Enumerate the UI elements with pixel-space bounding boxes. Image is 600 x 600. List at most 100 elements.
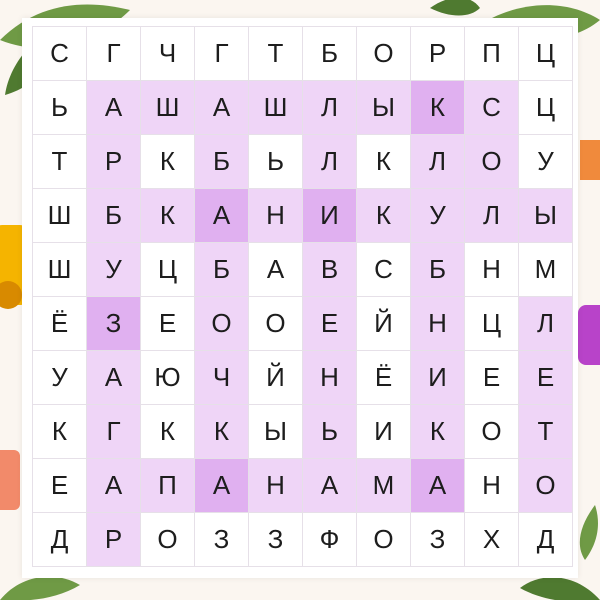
grid-cell[interactable]: Т <box>519 405 572 458</box>
grid-cell[interactable]: Ь <box>303 405 356 458</box>
grid-cell[interactable]: У <box>87 243 140 296</box>
grid-cell[interactable]: Ц <box>519 81 572 134</box>
grid-cell[interactable]: У <box>411 189 464 242</box>
grid-cell[interactable]: Ю <box>141 351 194 404</box>
grid-cell[interactable]: Д <box>33 513 86 566</box>
grid-cell[interactable]: Е <box>33 459 86 512</box>
grid-cell[interactable]: Л <box>519 297 572 350</box>
grid-cell[interactable]: Е <box>519 351 572 404</box>
grid-cell[interactable]: П <box>465 27 518 80</box>
grid-cell[interactable]: Ц <box>519 27 572 80</box>
grid-cell[interactable]: К <box>141 405 194 458</box>
grid-cell[interactable]: К <box>411 81 464 134</box>
grid-cell[interactable]: З <box>87 297 140 350</box>
grid-cell[interactable]: Р <box>87 135 140 188</box>
grid-cell[interactable]: И <box>303 189 356 242</box>
grid-cell[interactable]: Ц <box>465 297 518 350</box>
grid-cell[interactable]: Ф <box>303 513 356 566</box>
grid-cell[interactable]: Н <box>465 459 518 512</box>
grid-cell[interactable]: Б <box>195 135 248 188</box>
grid-cell[interactable]: Е <box>303 297 356 350</box>
grid-cell[interactable]: О <box>195 297 248 350</box>
grid-cell[interactable]: А <box>195 189 248 242</box>
grid-cell[interactable]: О <box>357 513 410 566</box>
grid-cell[interactable]: Б <box>411 243 464 296</box>
grid-cell[interactable]: Р <box>87 513 140 566</box>
grid-cell[interactable]: Т <box>33 135 86 188</box>
grid-cell[interactable]: Х <box>465 513 518 566</box>
grid-cell[interactable]: Ё <box>33 297 86 350</box>
grid-cell[interactable]: А <box>87 459 140 512</box>
grid-cell[interactable]: Ш <box>249 81 302 134</box>
grid-cell[interactable]: Н <box>411 297 464 350</box>
grid-cell[interactable]: В <box>303 243 356 296</box>
grid-cell[interactable]: З <box>195 513 248 566</box>
grid-cell[interactable]: Л <box>411 135 464 188</box>
grid-cell[interactable]: Л <box>465 189 518 242</box>
grid-cell[interactable]: Е <box>465 351 518 404</box>
grid-cell[interactable]: Л <box>303 135 356 188</box>
grid-cell[interactable]: С <box>33 27 86 80</box>
grid-cell[interactable]: К <box>141 135 194 188</box>
grid-cell[interactable]: К <box>357 135 410 188</box>
grid-cell[interactable]: О <box>357 27 410 80</box>
grid-cell[interactable]: С <box>465 81 518 134</box>
grid-cell[interactable]: С <box>357 243 410 296</box>
grid-cell[interactable]: О <box>249 297 302 350</box>
grid-cell[interactable]: О <box>141 513 194 566</box>
grid-cell[interactable]: У <box>33 351 86 404</box>
grid-cell[interactable]: Г <box>87 27 140 80</box>
grid-cell[interactable]: Е <box>141 297 194 350</box>
grid-cell[interactable]: Н <box>465 243 518 296</box>
grid-cell[interactable]: З <box>249 513 302 566</box>
grid-cell[interactable]: Й <box>357 297 410 350</box>
grid-cell[interactable]: Ш <box>33 243 86 296</box>
grid-cell[interactable]: Д <box>519 513 572 566</box>
grid-cell[interactable]: Ш <box>33 189 86 242</box>
grid-cell[interactable]: Ч <box>141 27 194 80</box>
grid-cell[interactable]: Ы <box>249 405 302 458</box>
grid-cell[interactable]: Ь <box>249 135 302 188</box>
grid-cell[interactable]: И <box>411 351 464 404</box>
grid-cell[interactable]: К <box>141 189 194 242</box>
grid-cell[interactable]: Ш <box>141 81 194 134</box>
grid-cell[interactable]: Ы <box>519 189 572 242</box>
grid-cell[interactable]: Г <box>87 405 140 458</box>
grid-cell[interactable]: К <box>357 189 410 242</box>
grid-cell[interactable]: У <box>519 135 572 188</box>
grid-cell[interactable]: Н <box>249 189 302 242</box>
grid-cell[interactable]: Б <box>195 243 248 296</box>
grid-cell[interactable]: А <box>411 459 464 512</box>
grid-cell[interactable]: Й <box>249 351 302 404</box>
grid-cell[interactable]: И <box>357 405 410 458</box>
grid-cell[interactable]: Р <box>411 27 464 80</box>
grid-cell[interactable]: Ч <box>195 351 248 404</box>
grid-cell[interactable]: А <box>87 351 140 404</box>
grid-cell[interactable]: П <box>141 459 194 512</box>
grid-cell[interactable]: О <box>465 135 518 188</box>
grid-cell[interactable]: Н <box>303 351 356 404</box>
grid-cell[interactable]: Ё <box>357 351 410 404</box>
grid-cell[interactable]: А <box>249 243 302 296</box>
grid-cell[interactable]: Г <box>195 27 248 80</box>
grid-cell[interactable]: О <box>465 405 518 458</box>
grid-cell[interactable]: А <box>87 81 140 134</box>
grid-cell[interactable]: Н <box>249 459 302 512</box>
grid-cell[interactable]: К <box>195 405 248 458</box>
grid-cell[interactable]: К <box>33 405 86 458</box>
grid-cell[interactable]: Б <box>303 27 356 80</box>
grid-cell[interactable]: К <box>411 405 464 458</box>
grid-cell[interactable]: Ы <box>357 81 410 134</box>
grid-cell[interactable]: Ь <box>33 81 86 134</box>
grid-cell[interactable]: Л <box>303 81 356 134</box>
grid-cell[interactable]: А <box>195 459 248 512</box>
grid-cell[interactable]: О <box>519 459 572 512</box>
grid-cell[interactable]: З <box>411 513 464 566</box>
grid-cell[interactable]: М <box>519 243 572 296</box>
grid-cell[interactable]: А <box>303 459 356 512</box>
grid-cell[interactable]: М <box>357 459 410 512</box>
grid-cell[interactable]: А <box>195 81 248 134</box>
grid-cell[interactable]: Ц <box>141 243 194 296</box>
grid-cell[interactable]: Б <box>87 189 140 242</box>
grid-cell[interactable]: Т <box>249 27 302 80</box>
